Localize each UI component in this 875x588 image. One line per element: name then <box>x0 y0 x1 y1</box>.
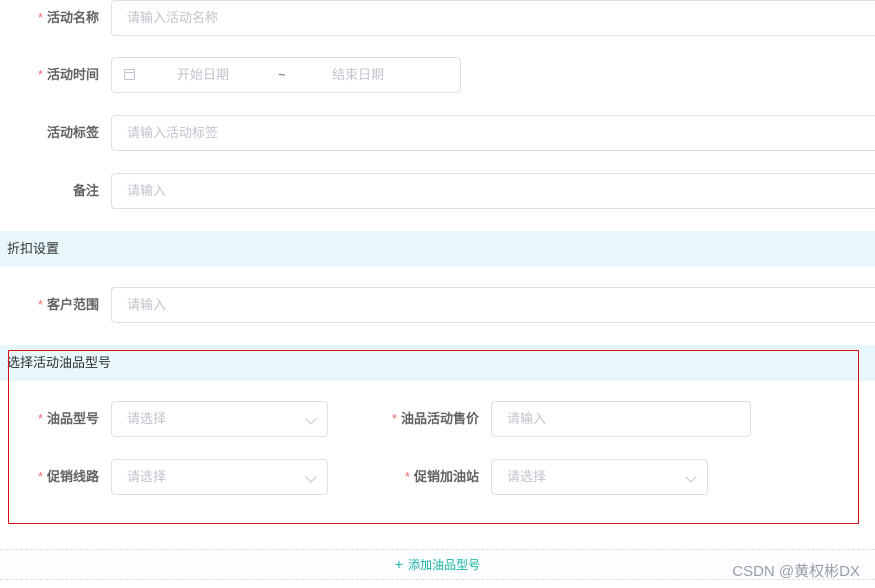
customer-scope-label: * 客户范围 <box>37 297 99 312</box>
activity-tag-placeholder: 请输入活动标签 <box>127 125 219 140</box>
remark-input[interactable]: 请输入 <box>111 173 875 209</box>
chevron-down-icon <box>305 413 317 425</box>
activity-tag-input[interactable]: 请输入活动标签 <box>111 115 875 151</box>
activity-name-placeholder: 请输入活动名称 <box>127 10 219 25</box>
promo-route-select[interactable]: 请选择 <box>111 459 328 495</box>
required-mark: * <box>391 411 397 426</box>
remark-placeholder: 请输入 <box>127 183 167 198</box>
remark-label: 备注 <box>72 183 99 198</box>
activity-name-input[interactable]: 请输入活动名称 <box>111 0 875 36</box>
required-mark: * <box>37 67 43 82</box>
watermark: CSDN @黄权彬DX <box>732 563 860 580</box>
end-date-placeholder[interactable]: 结束日期 <box>332 58 384 92</box>
chevron-down-icon <box>305 471 317 483</box>
activity-name-label: * 活动名称 <box>37 10 99 25</box>
oil-price-placeholder: 请输入 <box>507 411 547 426</box>
promo-route-label: * 促销线路 <box>37 469 99 484</box>
required-mark: * <box>37 10 43 25</box>
discount-settings-header: 折扣设置 <box>0 231 875 267</box>
required-mark: * <box>37 411 43 426</box>
start-date-placeholder[interactable]: 开始日期 <box>177 58 229 92</box>
plus-icon: + <box>394 556 404 572</box>
chevron-down-icon <box>685 471 697 483</box>
add-oil-model-label: 添加油品型号 <box>408 558 481 572</box>
activity-tag-row: 活动标签 请输入活动标签 <box>0 115 875 151</box>
customer-scope-placeholder: 请输入 <box>127 297 167 312</box>
oil-model-select[interactable]: 请选择 <box>111 401 328 437</box>
oil-price-input[interactable]: 请输入 <box>491 401 751 437</box>
activity-date-range-picker[interactable]: 开始日期 ~ 结束日期 <box>111 57 461 93</box>
activity-time-row: * 活动时间 开始日期 ~ 结束日期 <box>0 57 875 93</box>
promo-station-placeholder: 请选择 <box>507 469 547 484</box>
customer-scope-row: * 客户范围 请输入 <box>0 287 875 323</box>
required-mark: * <box>37 297 43 312</box>
activity-time-label: * 活动时间 <box>37 67 99 82</box>
remark-row: 备注 请输入 <box>0 173 875 209</box>
promo-route-placeholder: 请选择 <box>127 469 167 484</box>
required-mark: * <box>37 469 43 484</box>
promo-station-label: * 促销加油站 <box>404 469 479 484</box>
activity-tag-label: 活动标签 <box>46 125 99 140</box>
promo-station-select[interactable]: 请选择 <box>491 459 708 495</box>
oil-model-label: * 油品型号 <box>37 411 99 426</box>
oil-model-section-header: 选择活动油品型号 <box>0 345 875 381</box>
customer-scope-input[interactable]: 请输入 <box>111 287 875 323</box>
calendar-icon <box>124 69 135 80</box>
promo-row: * 促销线路 请选择 * 促销加油站 请选择 <box>0 459 875 495</box>
oil-price-label: * 油品活动售价 <box>391 411 479 426</box>
oil-model-placeholder: 请选择 <box>127 411 167 426</box>
date-range-separator: ~ <box>278 67 286 82</box>
activity-name-row: * 活动名称 请输入活动名称 <box>0 0 875 36</box>
required-mark: * <box>404 469 410 484</box>
oil-model-row: * 油品型号 请选择 * 油品活动售价 请输入 <box>0 401 875 437</box>
